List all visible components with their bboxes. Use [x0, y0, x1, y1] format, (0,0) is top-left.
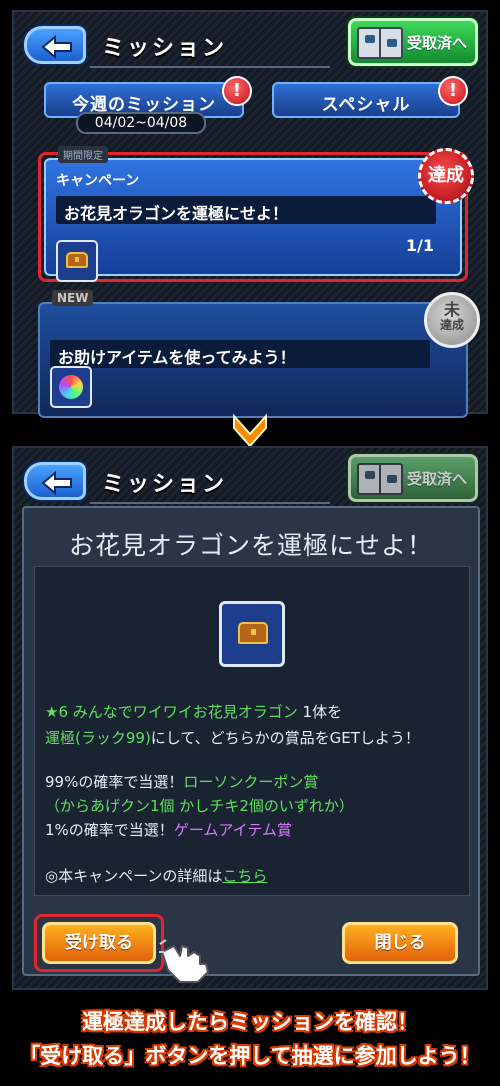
rainbow-orb-icon	[50, 366, 92, 408]
close-button[interactable]: 閉じる	[342, 922, 458, 964]
back-button[interactable]	[24, 462, 86, 500]
receive-button[interactable]: 受け取る	[42, 922, 156, 964]
tab-special[interactable]: スペシャル !	[272, 76, 468, 118]
description-line: 99%の確率で当選！ローソンクーポン賞	[45, 773, 319, 791]
book-icon	[357, 27, 403, 59]
mission-category: キャンペーン	[56, 173, 140, 189]
page-title: ミッション	[102, 36, 228, 61]
mission-detail-dialog: お花見オラゴンを運極にせよ！ ★6 みんなでワイワイお花見オラゴン 1体を 運極…	[22, 506, 480, 976]
details-link[interactable]: こちら	[222, 867, 267, 885]
received-button-label: 受取済へ	[407, 34, 468, 52]
mission-card-body: NEW お助けアイテムを使ってみよう！ 未 達成	[38, 290, 480, 418]
received-button[interactable]: 受取済へ	[348, 454, 478, 502]
mission-card-campaign[interactable]: 期間限定 キャンペーン お花見オラゴンを運極にせよ！ 1/1 達成	[38, 146, 474, 282]
limited-tag: 期間限定	[58, 146, 108, 163]
alert-badge-icon: !	[438, 76, 468, 106]
received-button-label: 受取済へ	[407, 470, 468, 488]
receive-button-highlight: 受け取る	[34, 914, 164, 972]
description-line: ◎本キャンペーンの詳細はこちら	[45, 867, 268, 885]
dialog-body: ★6 みんなでワイワイお花見オラゴン 1体を 運極(ラック99)にして、どちらか…	[34, 566, 470, 896]
achieved-stamp-icon: 達成	[418, 148, 474, 204]
treasure-chest-icon	[219, 601, 285, 667]
tab-label: スペシャル	[321, 95, 411, 115]
description-line: 1%の確率で当選！ゲームアイテム賞	[45, 821, 292, 839]
stamp-bottom-text: 達成	[439, 317, 464, 332]
mission-title-bar: お花見オラゴンを運極にせよ！	[56, 196, 436, 224]
back-button[interactable]	[24, 26, 86, 64]
treasure-chest-icon	[56, 240, 98, 282]
stamp-top-text: 未	[443, 300, 460, 319]
header-bar: ミッション	[20, 18, 330, 70]
description-line: ★6 みんなでワイワイお花見オラゴン 1体を	[45, 703, 343, 721]
new-tag: NEW	[52, 290, 94, 306]
book-icon	[357, 463, 403, 495]
back-arrow-icon	[41, 35, 72, 59]
alert-badge-icon: !	[222, 76, 252, 106]
mission-title: お助けアイテムを使ってみよう！	[58, 348, 296, 367]
divider	[90, 66, 330, 68]
description-line: （からあげクン1個 かしチキ2個のいずれか）	[45, 797, 354, 815]
mission-list-screen: ミッション 受取済へ 今週のミッション 04/02~04/08 ! スペシャル …	[12, 10, 488, 418]
mission-progress: 1/1	[405, 236, 434, 255]
mission-title-bar: お助けアイテムを使ってみよう！	[50, 340, 430, 368]
header-bar: ミッション	[20, 454, 330, 506]
caption-line: 運極達成したらミッションを確認！	[82, 1010, 418, 1034]
tab-weekly-missions[interactable]: 今週のミッション 04/02~04/08 !	[44, 76, 252, 134]
divider	[90, 502, 330, 504]
pointing-hand-icon	[159, 939, 209, 983]
description-line: 運極(ラック99)にして、どちらかの賞品をGETしよう！	[45, 729, 420, 747]
back-arrow-icon	[41, 471, 72, 495]
dialog-title: お花見オラゴンを運極にせよ！	[68, 531, 433, 560]
mission-card-body: 期間限定 キャンペーン お花見オラゴンを運極にせよ！ 1/1 達成	[44, 146, 474, 282]
date-range: 04/02~04/08	[76, 112, 206, 134]
received-button[interactable]: 受取済へ	[348, 18, 478, 66]
mission-title: お花見オラゴンを運極にせよ！	[64, 204, 289, 223]
caption-line: 「受け取る」ボタンを押して抽選に参加しよう！	[19, 1044, 481, 1068]
page-title: ミッション	[102, 472, 228, 497]
mission-card-helper-item[interactable]: NEW お助けアイテムを使ってみよう！ 未 達成	[38, 290, 480, 418]
not-achieved-stamp-icon: 未 達成	[424, 292, 480, 348]
